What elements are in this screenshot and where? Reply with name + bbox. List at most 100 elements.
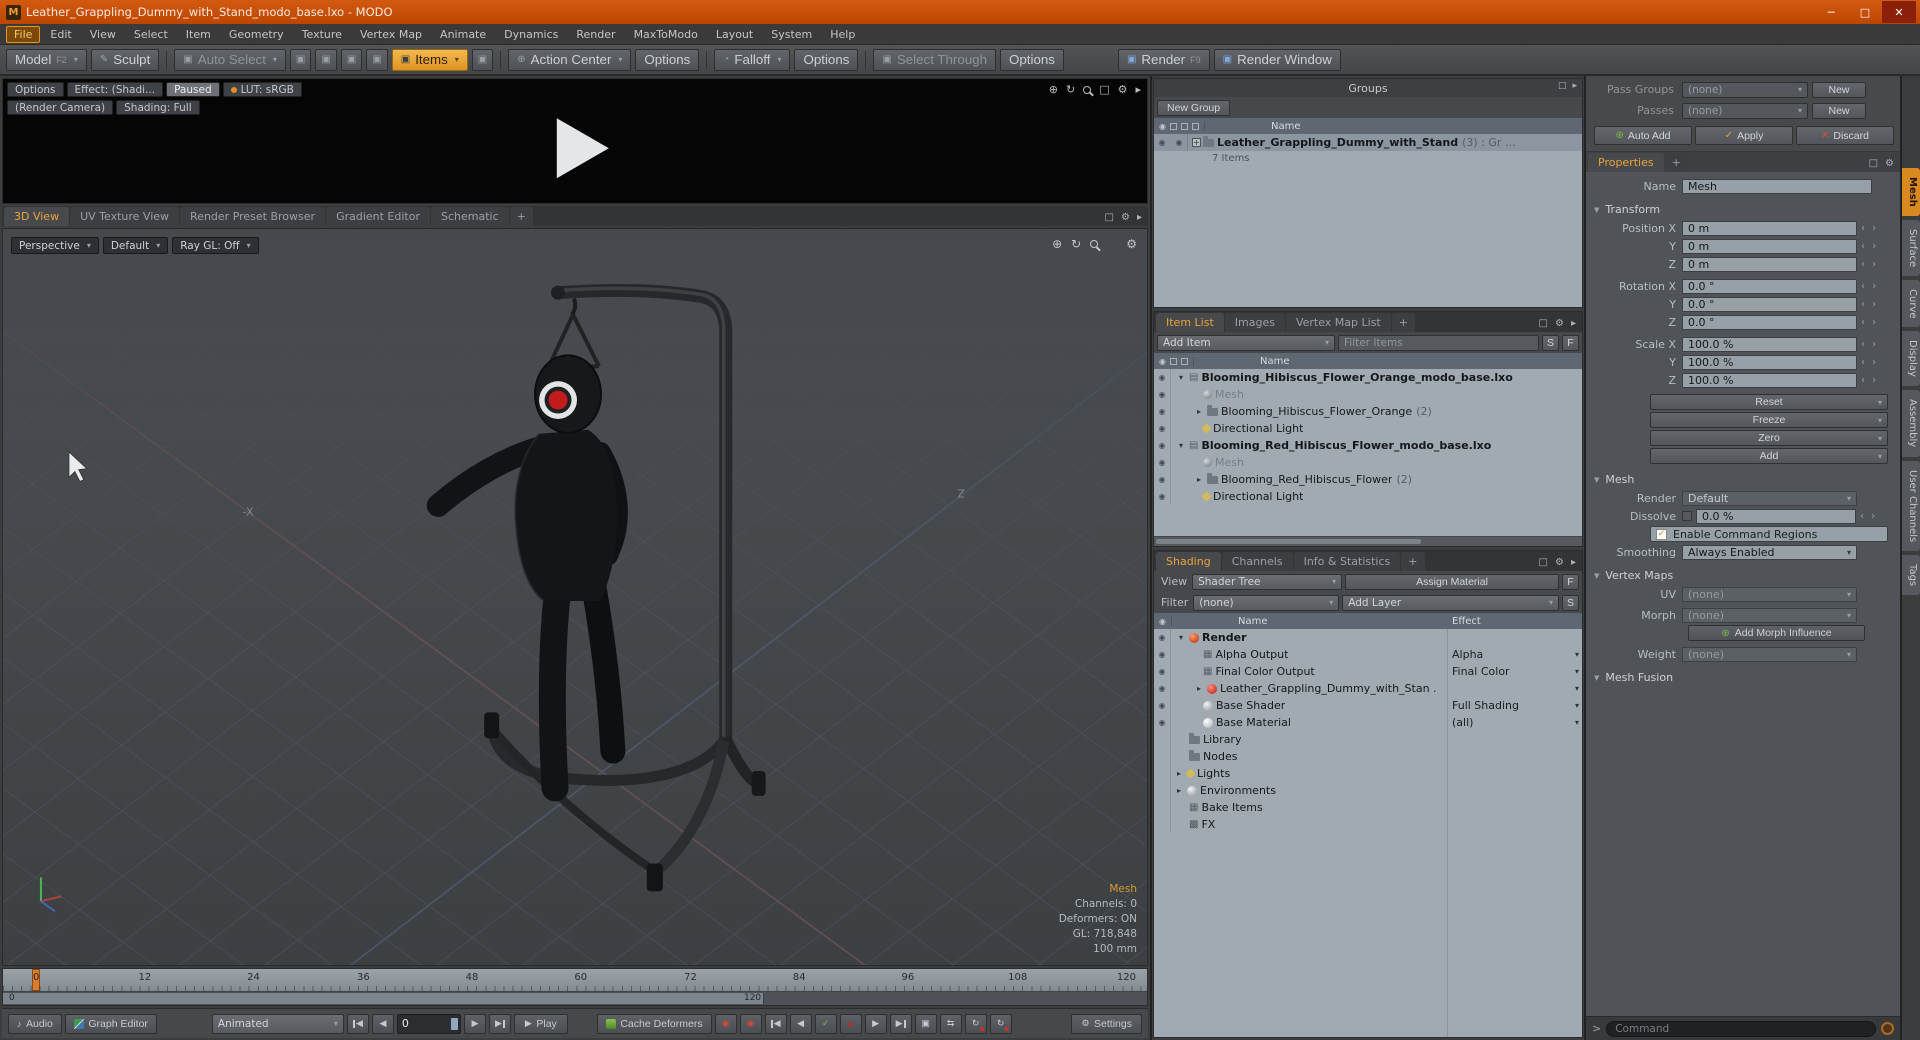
auto-key-icon[interactable]: ◉ (714, 1013, 737, 1034)
menu-select[interactable]: Select (126, 26, 176, 43)
sculpt-mode-button[interactable]: ✎ Sculpt (90, 48, 160, 71)
tab-gradient-editor[interactable]: Gradient Editor (326, 207, 430, 226)
eye-icon[interactable]: ◉ (1154, 134, 1171, 151)
previous-key-icon[interactable]: ◀ (764, 1013, 787, 1034)
spinner-icon[interactable]: ‹ › (1861, 317, 1878, 328)
expander-icon[interactable]: ▸ (1173, 786, 1185, 795)
panel-menu-icon[interactable]: ▸ (1571, 318, 1576, 329)
scrollbar-thumb[interactable] (1156, 539, 1422, 544)
name-column-header[interactable]: Name (1260, 356, 1290, 367)
eye-icon[interactable]: ◉ (1154, 403, 1171, 420)
side-tab-curve[interactable]: Curve (1902, 279, 1920, 328)
command-history-icon[interactable] (1881, 1022, 1894, 1035)
select-materials-icon[interactable]: ▣ (366, 48, 388, 71)
audio-button[interactable]: ♪ Audio (8, 1013, 62, 1034)
next-key-icon[interactable]: ▶ (889, 1013, 912, 1034)
name-column-header[interactable]: Name (1271, 121, 1301, 132)
render-button[interactable]: ▣ Render F9 (1117, 48, 1210, 71)
select-center-icon[interactable]: ▣ (471, 48, 494, 71)
effect-column-header[interactable]: Effect (1452, 616, 1481, 627)
tab-3d-view[interactable]: 3D View (4, 207, 70, 226)
action-center-options-button[interactable]: Options (635, 48, 700, 71)
auto-select-button[interactable]: ▣ Auto Select ▾ (174, 48, 286, 71)
spinner-icon[interactable]: ‹ › (1861, 241, 1878, 252)
side-tab-tags[interactable]: Tags (1902, 554, 1920, 595)
select-vertices-icon[interactable]: ▣ (289, 48, 312, 71)
rotate-icon[interactable]: ↻ (1066, 83, 1075, 96)
close-icon[interactable]: ✕ (1882, 1, 1916, 23)
raygl-select[interactable]: Ray GL: Off ▾ (172, 237, 259, 254)
tab-schematic[interactable]: Schematic (431, 207, 509, 226)
item-row[interactable]: ◉ Mesh (1154, 386, 1582, 403)
spinner-icon[interactable]: ‹ › (1861, 357, 1878, 368)
vertex-maps-section-header[interactable]: ▼ Vertex Maps (1594, 569, 1896, 582)
maximize-icon[interactable]: □ (1848, 1, 1882, 23)
add-tab-button[interactable]: + (509, 207, 533, 226)
go-to-start-button[interactable]: ◀ (346, 1013, 369, 1034)
selected-filter-button[interactable]: S (1562, 594, 1579, 611)
gear-icon[interactable]: ⚙ (1555, 557, 1564, 568)
item-row[interactable]: ◉ ▸ Blooming_Hibiscus_Flower_Orange (2) (1154, 403, 1582, 420)
position-z-field[interactable]: 0 m (1682, 256, 1857, 272)
chevron-down-icon[interactable]: ▾ (1575, 718, 1579, 727)
go-to-end-button[interactable]: ▶ (488, 1013, 511, 1034)
select-through-button[interactable]: ▣ Select Through (873, 48, 997, 71)
maximize-panel-icon[interactable]: □ (1869, 158, 1878, 169)
discard-button[interactable]: ✕ Discard (1796, 126, 1894, 145)
pan-icon[interactable]: ⊕ (1049, 83, 1058, 96)
refresh-record-icon[interactable]: ↻ (964, 1013, 987, 1034)
expander-icon[interactable]: ▾ (1175, 373, 1187, 382)
timeline-ruler[interactable]: 0 12 24 36 48 60 72 84 96 108 120 (3, 969, 1147, 992)
eye-icon[interactable]: ◉ (1154, 697, 1171, 714)
horizontal-scrollbar[interactable] (1154, 536, 1582, 546)
item-row[interactable]: ◉ ▾ ▤ Blooming_Hibiscus_Flower_Orange_mo… (1154, 369, 1582, 386)
item-row[interactable]: ◉ Directional Light (1154, 420, 1582, 437)
name-column-header[interactable]: Name (1238, 616, 1268, 627)
tab-properties[interactable]: Properties (1588, 153, 1664, 172)
add-layer-select[interactable]: Add Layer ▾ (1342, 594, 1559, 611)
shader-row[interactable]: ▩ FX (1154, 816, 1582, 833)
preview-paused-button[interactable]: Paused (166, 82, 220, 97)
menu-layout[interactable]: Layout (708, 26, 761, 43)
gear-icon[interactable]: ⚙ (1555, 318, 1564, 329)
transform-section-header[interactable]: ▼ Transform (1594, 203, 1896, 216)
expander-icon[interactable]: ▸ (1193, 684, 1205, 693)
shading-style-select[interactable]: Default ▾ (102, 237, 169, 254)
step-forward-key-icon[interactable]: ▶ (864, 1013, 887, 1034)
expander-icon[interactable]: ▾ (1175, 633, 1187, 642)
tab-shading[interactable]: Shading (1156, 552, 1221, 571)
chevron-down-icon[interactable]: ▾ (1575, 650, 1579, 659)
eye-icon[interactable]: ◉ (1154, 714, 1171, 731)
spinner-icon[interactable]: ‹ › (1861, 281, 1878, 292)
expand-plus-icon[interactable]: + (1192, 138, 1201, 147)
rotation-x-field[interactable]: 0.0 ° (1682, 278, 1857, 294)
menu-texture[interactable]: Texture (294, 26, 350, 43)
eye-icon[interactable]: ◉ (1154, 386, 1171, 403)
gear-icon[interactable]: ⚙ (1885, 158, 1894, 169)
add-morph-influence-button[interactable]: ⊕ Add Morph Influence (1688, 625, 1865, 641)
gear-icon[interactable]: ⚙ (1121, 212, 1130, 223)
envelope-toggle[interactable] (1682, 511, 1692, 521)
position-y-field[interactable]: 0 m (1682, 238, 1857, 254)
shader-view-select[interactable]: Shader Tree ▾ (1192, 573, 1343, 590)
eye-icon[interactable]: ◉ (1154, 437, 1171, 454)
smoothing-select[interactable]: Always Enabled ▾ (1682, 544, 1857, 560)
shader-row[interactable]: ▦ Bake Items (1154, 799, 1582, 816)
tab-images[interactable]: Images (1224, 313, 1285, 332)
tab-uv-texture-view[interactable]: UV Texture View (70, 207, 180, 226)
freeze-button[interactable]: Freeze ▾ (1650, 412, 1888, 428)
enable-command-regions-checkbox[interactable]: ✓ Enable Command Regions (1650, 526, 1888, 542)
side-tab-display[interactable]: Display (1902, 331, 1920, 387)
filter-items-input[interactable] (1338, 334, 1539, 351)
render-window-button[interactable]: ▣ Render Window (1213, 48, 1341, 71)
menu-file[interactable]: File (6, 25, 41, 43)
eye-icon[interactable]: ◉ (1154, 629, 1171, 646)
rotation-y-field[interactable]: 0.0 ° (1682, 296, 1857, 312)
side-tab-surface[interactable]: Surface (1902, 219, 1920, 276)
shader-row[interactable]: ◉ ▦ Final Color Output Final Color ▾ (1154, 663, 1582, 680)
uv-select[interactable]: (none) ▾ (1682, 586, 1857, 602)
scale-z-field[interactable]: 100.0 % (1682, 372, 1857, 388)
pass-groups-select[interactable]: (none) ▾ (1682, 81, 1808, 98)
side-tab-user-channels[interactable]: User Channels (1902, 460, 1920, 551)
expander-icon[interactable]: ▸ (1193, 407, 1205, 416)
